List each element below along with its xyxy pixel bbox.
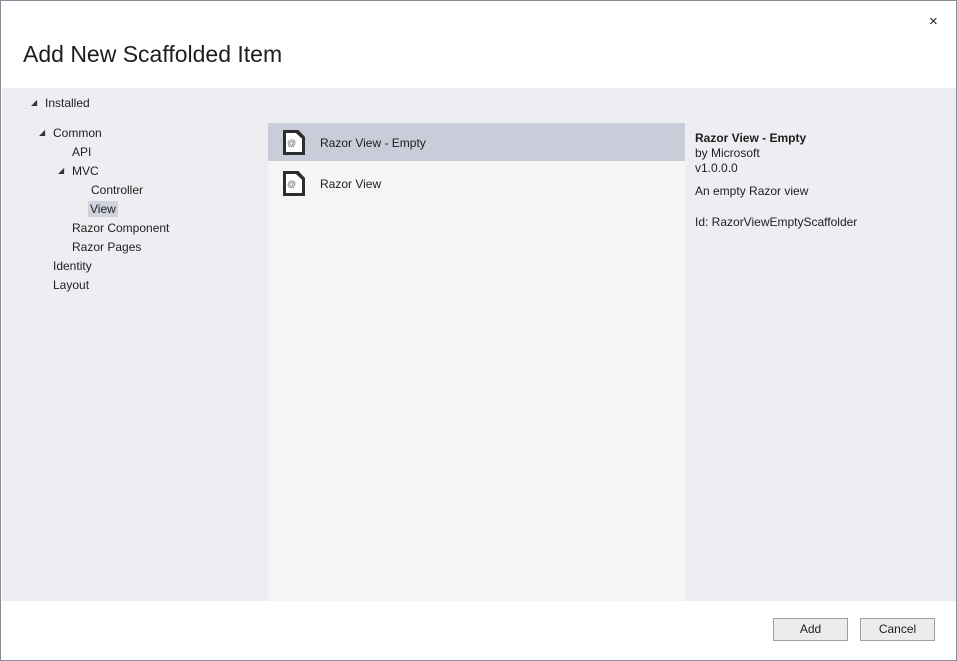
tree-item-controller[interactable]: Controller [91, 183, 143, 197]
expand-triangle-icon[interactable]: ◢ [31, 98, 37, 107]
list-item[interactable]: @ Razor View - Empty [268, 123, 685, 161]
razor-file-icon: @ [283, 130, 305, 155]
details-panel: Razor View - Empty by Microsoft v1.0.0.0… [695, 131, 857, 230]
at-glyph: @ [287, 179, 297, 189]
tree-item-razor-pages[interactable]: Razor Pages [72, 240, 141, 254]
razor-file-icon: @ [283, 171, 305, 196]
details-description: An empty Razor view [695, 184, 809, 198]
list-item-label: Razor View - Empty [320, 136, 426, 150]
details-id: Id: RazorViewEmptyScaffolder [695, 215, 858, 229]
expand-triangle-icon[interactable]: ◢ [39, 128, 45, 137]
dialog-title: Add New Scaffolded Item [23, 41, 283, 67]
at-glyph: @ [287, 138, 297, 148]
tree-item-installed[interactable]: Installed [45, 96, 90, 110]
tree-item-mvc[interactable]: MVC [72, 164, 99, 178]
list-item[interactable]: @ Razor View [268, 164, 685, 202]
details-author: by Microsoft [695, 146, 760, 160]
list-item-label: Razor View [320, 177, 382, 191]
details-name: Razor View - Empty [695, 131, 807, 145]
details-version: v1.0.0.0 [695, 161, 738, 175]
dialog-body: ◢ Installed ◢ Common API ◢ MVC Controlle… [2, 88, 956, 601]
tree-item-api[interactable]: API [72, 145, 91, 159]
close-icon[interactable]: × [929, 13, 938, 30]
add-button[interactable]: Add [773, 618, 848, 641]
expand-triangle-icon[interactable]: ◢ [58, 166, 64, 175]
cancel-button[interactable]: Cancel [860, 618, 935, 641]
tree-item-layout[interactable]: Layout [53, 278, 89, 292]
tree-item-common[interactable]: Common [53, 126, 102, 140]
add-scaffolded-item-dialog: Add New Scaffolded Item × ◢ Installed ◢ … [0, 0, 957, 661]
tree-item-identity[interactable]: Identity [53, 259, 92, 273]
tree-item-view[interactable]: View [88, 201, 118, 217]
tree-item-razor-component[interactable]: Razor Component [72, 221, 169, 235]
scaffolder-list: @ Razor View - Empty @ Razor View [268, 123, 685, 601]
